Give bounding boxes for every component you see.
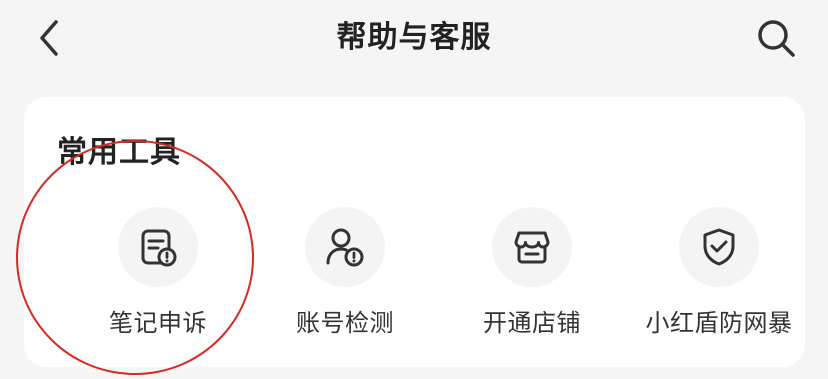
note-appeal-icon — [141, 229, 177, 267]
page-title: 帮助与客服 — [336, 20, 492, 55]
top-navigation-bar: 帮助与客服 — [0, 0, 828, 78]
tool-note-appeal[interactable]: 笔记申诉 — [63, 207, 253, 337]
tool-label: 笔记申诉 — [109, 309, 207, 337]
tool-icon-circle — [118, 207, 198, 287]
tool-open-shop[interactable]: 开通店铺 — [437, 207, 627, 337]
tool-red-shield-anti-bullying[interactable]: 小红盾防网暴 — [624, 207, 814, 337]
tool-icon-circle — [305, 207, 385, 287]
shop-icon — [514, 231, 550, 264]
tool-icon-circle — [492, 207, 572, 287]
section-title: 常用工具 — [57, 135, 181, 170]
tool-account-check[interactable]: 账号检测 — [250, 207, 440, 337]
tool-label: 开通店铺 — [483, 309, 581, 337]
account-check-icon — [326, 228, 364, 267]
search-button[interactable] — [752, 14, 800, 62]
common-tools-card: 常用工具 笔记申诉 账号检测 开通店铺 小红盾防网暴 — [24, 97, 805, 367]
tool-label: 小红盾防网暴 — [645, 309, 793, 337]
tool-icon-circle — [679, 207, 759, 287]
tool-label: 账号检测 — [296, 309, 394, 337]
search-icon — [758, 20, 795, 57]
shield-check-icon — [703, 228, 735, 266]
